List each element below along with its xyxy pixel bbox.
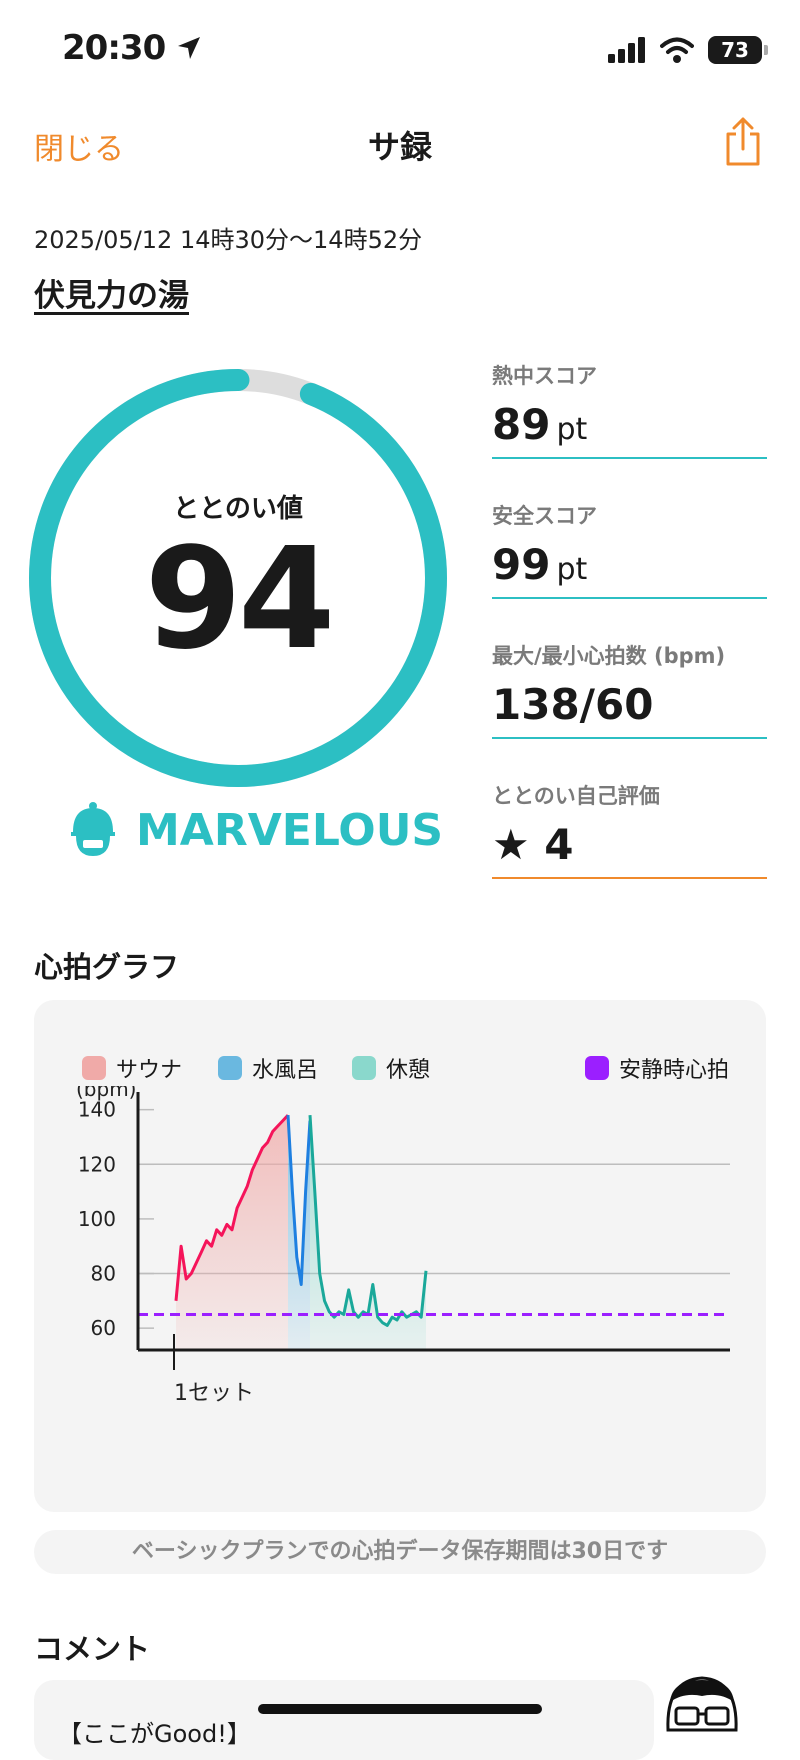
legend-rest: 休憩 bbox=[352, 1052, 430, 1084]
signal-icon bbox=[608, 37, 645, 63]
comment-title: コメント bbox=[34, 1632, 151, 1666]
location-arrow-icon bbox=[178, 37, 201, 59]
status-time: 20:30 bbox=[62, 28, 202, 68]
heart-rate-range: 最大/最小心拍数 (bpm) 138/60 bbox=[492, 640, 767, 739]
x-tick-label: 1セット bbox=[174, 1381, 254, 1406]
heart-graph-card: サウナ 水風呂 休憩 安静時心拍 (bpm) 60 80 100 120 140 1セット bbox=[34, 1000, 766, 1512]
status-icons: 73 bbox=[608, 36, 768, 64]
legend-label: 水風呂 bbox=[252, 1058, 319, 1083]
y-tick-label: 140 bbox=[78, 1098, 116, 1122]
heat-score-label: 熱中スコア bbox=[492, 364, 597, 388]
heat-score-unit: pt bbox=[556, 412, 588, 447]
heat-score: 熱中スコア 89 pt bbox=[492, 360, 767, 459]
legend-cold: 水風呂 bbox=[218, 1052, 318, 1084]
legend-swatch-sauna bbox=[82, 1056, 106, 1080]
self-rating-label: ととのい自己評価 bbox=[492, 784, 660, 808]
legend-swatch-resting bbox=[585, 1056, 609, 1080]
series-line-3 bbox=[308, 1115, 428, 1327]
totonoi-value: 94 bbox=[144, 518, 336, 681]
legend-label: サウナ bbox=[116, 1058, 183, 1083]
safety-score-value: 99 bbox=[492, 540, 551, 589]
legend-label: 休憩 bbox=[386, 1058, 431, 1083]
safety-score-unit: pt bbox=[556, 552, 588, 587]
heart-rate-range-label: 最大/最小心拍数 (bpm) bbox=[492, 644, 726, 668]
legend-resting: 安静時心拍 bbox=[585, 1052, 729, 1084]
safety-score-label: 安全スコア bbox=[492, 504, 597, 528]
heart-rate-range-value: 138/60 bbox=[492, 680, 654, 729]
close-button[interactable]: 閉じる bbox=[34, 124, 124, 168]
y-tick-label: 80 bbox=[91, 1262, 116, 1286]
home-indicator bbox=[258, 1704, 542, 1714]
battery-icon: 73 bbox=[708, 36, 768, 64]
legend-swatch-rest bbox=[352, 1056, 376, 1080]
grade-label: MARVELOUS bbox=[136, 804, 444, 856]
heat-score-value: 89 bbox=[492, 400, 551, 449]
y-tick-label: 120 bbox=[78, 1152, 116, 1176]
session-datetime: 2025/05/12 14時30分〜14時52分 bbox=[34, 226, 423, 254]
self-rating[interactable]: ととのい自己評価 ★ 4 bbox=[492, 780, 767, 879]
graph-title: 心拍グラフ bbox=[34, 950, 180, 984]
character-avatar-icon bbox=[666, 1676, 738, 1732]
grade-badge: MARVELOUS bbox=[68, 802, 443, 858]
legend-swatch-cold bbox=[218, 1056, 242, 1080]
wifi-icon bbox=[660, 37, 694, 63]
y-tick-label: 60 bbox=[91, 1316, 116, 1340]
share-button[interactable] bbox=[722, 116, 764, 172]
legend-sauna: サウナ bbox=[82, 1052, 182, 1084]
y-tick-label: 100 bbox=[78, 1207, 116, 1231]
share-icon bbox=[726, 117, 760, 166]
comment-text: 【ここがGood!】 bbox=[58, 1720, 251, 1748]
avatar bbox=[660, 1672, 744, 1736]
retention-notice: ベーシックプランでの心拍データ保存期間は30日です bbox=[34, 1530, 766, 1574]
sauna-hat-icon bbox=[71, 802, 115, 856]
self-rating-value: ★ 4 bbox=[492, 820, 574, 869]
safety-score: 安全スコア 99 pt bbox=[492, 500, 767, 599]
facility-link[interactable]: 伏見力の湯 bbox=[34, 270, 189, 315]
heart-rate-chart: (bpm)60801001201401セット bbox=[76, 1086, 730, 1406]
legend-label: 安静時心拍 bbox=[619, 1058, 730, 1083]
